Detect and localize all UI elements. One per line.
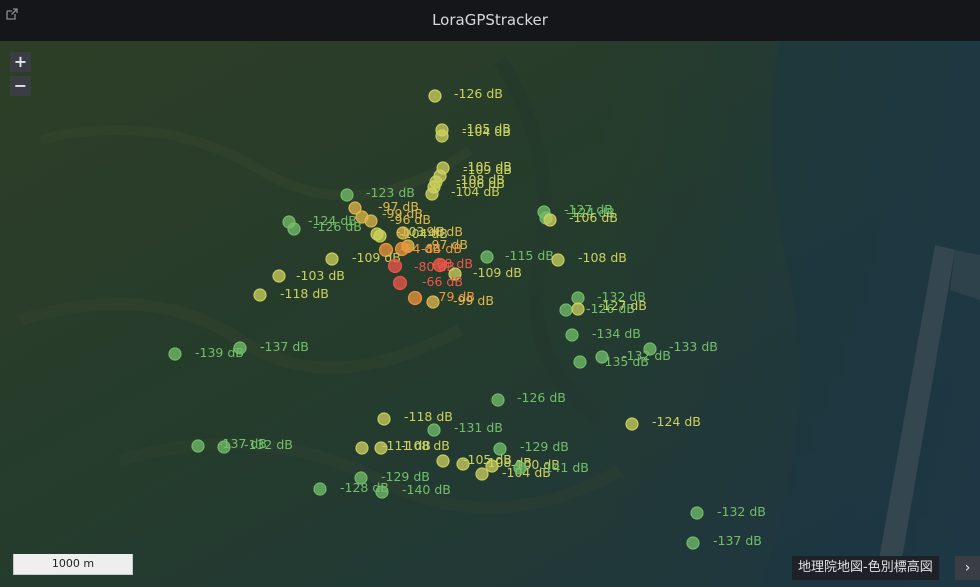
map-panel: LoraGPStracker -126 dB -105 dB -104 dB -105…	[0, 0, 980, 587]
signal-label: -137 dB	[713, 533, 762, 548]
signal-label: -108 dB	[401, 438, 450, 453]
signal-marker[interactable]	[407, 290, 423, 306]
signal-label: -104 dB	[462, 124, 511, 139]
signal-marker[interactable]	[392, 275, 408, 291]
signal-marker[interactable]	[690, 506, 704, 520]
signal-label: -131 dB	[454, 420, 503, 435]
zoom-in-button[interactable]: +	[10, 52, 31, 72]
signal-label: -134 dB	[592, 326, 641, 341]
signal-marker[interactable]	[313, 482, 327, 496]
signal-label: -126 dB	[517, 390, 566, 405]
signal-marker[interactable]	[427, 423, 441, 437]
signal-marker[interactable]	[435, 129, 449, 143]
signal-marker[interactable]	[272, 269, 286, 283]
signal-label: -84 dB	[421, 241, 462, 256]
signal-label: -140 dB	[402, 482, 451, 497]
panel-header: LoraGPStracker	[0, 0, 980, 42]
signal-marker[interactable]	[565, 328, 579, 342]
signal-marker[interactable]	[625, 417, 639, 431]
signal-label: -133 dB	[669, 339, 718, 354]
signal-marker[interactable]	[377, 412, 391, 426]
signal-marker[interactable]	[375, 485, 389, 499]
signal-marker[interactable]	[355, 441, 369, 455]
signal-marker[interactable]	[373, 229, 387, 243]
signal-marker[interactable]	[428, 89, 442, 103]
signal-marker[interactable]	[191, 439, 205, 453]
signal-label: -135 dB	[600, 354, 649, 369]
signal-marker[interactable]	[340, 188, 354, 202]
signal-marker[interactable]	[396, 226, 410, 240]
signal-marker[interactable]	[491, 393, 505, 407]
signal-marker[interactable]	[426, 295, 440, 309]
signal-label: -118 dB	[280, 286, 329, 301]
signal-marker[interactable]	[559, 303, 573, 317]
signal-label: -132 dB	[244, 437, 293, 452]
signal-label: -137 dB	[260, 339, 309, 354]
signal-label: -123 dB	[366, 185, 415, 200]
signal-marker[interactable]	[456, 457, 470, 471]
signal-label: -104 dB	[451, 184, 500, 199]
signal-marker[interactable]	[573, 355, 587, 369]
signal-marker[interactable]	[513, 461, 527, 475]
signal-marker[interactable]	[325, 252, 339, 266]
chevron-right-icon[interactable]: ›	[955, 556, 980, 580]
signal-marker[interactable]	[364, 214, 378, 228]
signal-marker[interactable]	[168, 347, 182, 361]
signal-label: -126 dB	[313, 219, 362, 234]
signal-label: -126 dB	[454, 86, 503, 101]
layer-attribution: 地理院地図-色別標高図	[792, 556, 939, 580]
signal-label: -129 dB	[520, 439, 569, 454]
signal-label: -66 dB	[422, 274, 463, 289]
signal-marker[interactable]	[475, 467, 489, 481]
scale-bar: 1000 m	[13, 554, 133, 575]
signal-marker[interactable]	[374, 441, 388, 455]
signal-marker[interactable]	[480, 250, 494, 264]
signal-marker[interactable]	[287, 222, 301, 236]
signal-label: -127 dB	[598, 298, 647, 313]
signal-marker[interactable]	[551, 253, 565, 267]
signal-label: -124 dB	[652, 414, 701, 429]
signal-label: -99 dB	[453, 293, 494, 308]
signal-label: -103 dB	[296, 268, 345, 283]
signal-marker[interactable]	[485, 459, 499, 473]
signal-marker[interactable]	[253, 288, 267, 302]
signal-label: -141 dB	[540, 460, 589, 475]
map-canvas[interactable]: -126 dB-105 dB-104 dB-105 dB-109 dB-108 …	[0, 41, 980, 587]
signal-marker[interactable]	[436, 454, 450, 468]
signal-label: -108 dB	[578, 250, 627, 265]
signal-marker[interactable]	[571, 302, 585, 316]
signal-marker[interactable]	[571, 291, 585, 305]
signal-marker[interactable]	[233, 341, 247, 355]
signal-label: -118 dB	[404, 409, 453, 424]
panel-title: LoraGPStracker	[432, 11, 548, 29]
signal-marker[interactable]	[543, 213, 557, 227]
signal-label: -109 dB	[473, 265, 522, 280]
signal-marker[interactable]	[686, 536, 700, 550]
signal-marker[interactable]	[217, 440, 231, 454]
signal-label: -115 dB	[505, 248, 554, 263]
signal-marker[interactable]	[425, 187, 439, 201]
zoom-out-button[interactable]: −	[10, 76, 31, 96]
signal-marker[interactable]	[387, 258, 403, 274]
signal-label: -106 dB	[569, 210, 618, 225]
signal-label: -132 dB	[717, 504, 766, 519]
